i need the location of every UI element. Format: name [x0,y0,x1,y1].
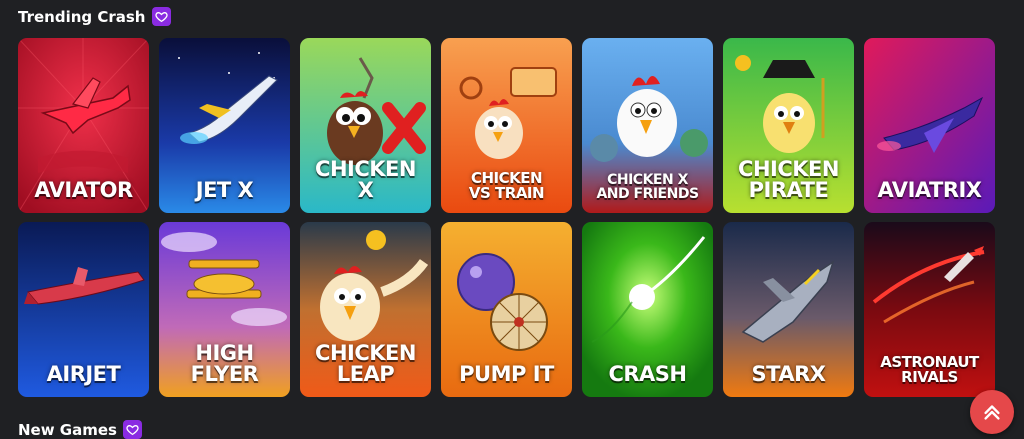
game-title: AVIATRIX [877,178,982,202]
game-card-chicken-pirate[interactable]: CHICKEN PIRATE [723,38,854,213]
game-card-chicken-leap[interactable]: CHICKEN LEAP [300,222,431,397]
game-card-crash[interactable]: CRASH [582,222,713,397]
game-card-jet-x[interactable]: JET X [159,38,290,213]
game-card-chicken-x-and-friends[interactable]: CHICKEN X AND FRIENDS [582,38,713,213]
game-title: CRASH [608,362,687,386]
game-title: CHICKEN X AND FRIENDS [596,172,699,202]
game-title: AVIATOR [34,178,133,202]
game-grid: AVIATOR JET X CHICKEN X CHICKEN VS TRAIN… [18,38,995,397]
game-card-pump-it[interactable]: PUMP IT [441,222,572,397]
section-title-new-games: New Games [18,420,142,439]
section-title-trending-crash: Trending Crash [18,7,171,26]
game-title: JET X [195,178,254,202]
game-card-airjet[interactable]: AIRJET [18,222,149,397]
game-card-high-flyer[interactable]: HIGH FLYER [159,222,290,397]
game-title: STARX [751,362,826,386]
game-title: CHICKEN PIRATE [738,157,839,202]
game-title: ASTRONAUT RIVALS [880,353,979,386]
heart-icon [151,7,171,26]
game-card-chicken-vs-train[interactable]: CHICKEN VS TRAIN [441,38,572,213]
chevron-up-icon [984,405,1000,420]
game-card-aviatrix[interactable]: AVIATRIX [864,38,995,213]
section-title-text: Trending Crash [18,7,146,26]
game-title: AIRJET [46,362,121,386]
game-title: CHICKEN VS TRAIN [468,169,545,202]
heart-icon [122,420,142,439]
game-title: CHICKEN X [315,157,416,202]
game-title: CHICKEN LEAP [315,341,416,386]
game-card-starx[interactable]: STARX [723,222,854,397]
game-title: PUMP IT [459,362,554,386]
game-card-aviator[interactable]: AVIATOR [18,38,149,213]
game-card-astronaut-rivals[interactable]: ASTRONAUT RIVALS [864,222,995,397]
game-card-chicken-x[interactable]: CHICKEN X [300,38,431,213]
game-title: HIGH FLYER [190,341,259,386]
section-title-text: New Games [18,420,117,439]
scroll-to-top-button[interactable] [970,390,1014,434]
